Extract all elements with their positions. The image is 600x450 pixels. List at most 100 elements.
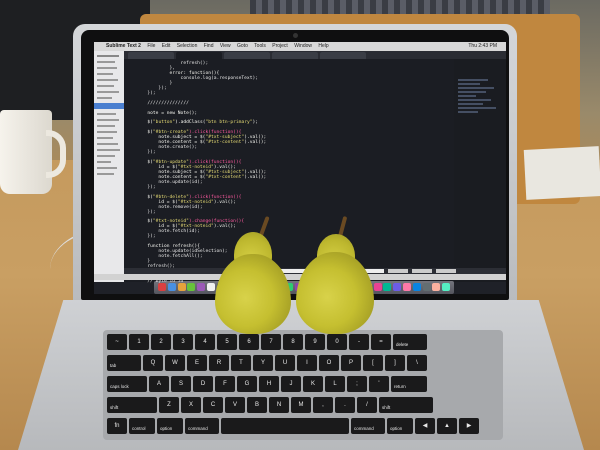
key--[interactable]: ] [385,355,405,371]
key-command[interactable]: command [351,418,385,434]
menu-edit[interactable]: Edit [162,43,171,49]
sidebar-item[interactable] [97,113,116,115]
dock-app-icon[interactable] [158,283,166,291]
sidebar-item[interactable] [97,161,111,163]
key-8[interactable]: 8 [283,334,303,350]
sidebar-item[interactable] [97,91,119,93]
key-y[interactable]: Y [253,355,273,371]
sidebar-item[interactable] [97,173,114,175]
key-fn[interactable]: fn [107,418,127,434]
dock-app-icon[interactable] [177,283,186,291]
code-minimap[interactable] [454,59,506,282]
key-s[interactable]: S [171,376,191,392]
key-h[interactable]: H [259,376,279,392]
menu-file[interactable]: File [147,43,155,49]
key--[interactable]: ▲ [437,418,457,434]
sidebar-item[interactable] [97,79,118,81]
key--[interactable]: ◀ [415,418,435,434]
key-delete[interactable]: delete [393,334,427,350]
dock-app-icon[interactable] [197,283,206,291]
sidebar-item[interactable] [97,143,118,145]
menu-app-name[interactable]: Sublime Text 2 [106,43,141,49]
dock-app-icon[interactable] [403,283,411,291]
menu-selection[interactable]: Selection [177,43,198,49]
key--[interactable]: [ [363,355,383,371]
sidebar-item[interactable] [97,55,119,57]
key--[interactable]: \ [407,355,427,371]
key-e[interactable]: E [187,355,207,371]
key-k[interactable]: K [303,376,323,392]
key-3[interactable]: 3 [173,334,193,350]
key-command[interactable]: command [185,418,219,434]
dock-app-icon[interactable] [432,283,441,291]
editor-tab[interactable] [128,52,174,59]
menu-help[interactable]: Help [318,43,328,49]
key--[interactable]: = [371,334,391,350]
key-q[interactable]: Q [143,355,163,371]
key-return[interactable]: return [391,376,427,392]
dock-app-icon[interactable] [187,283,196,291]
key--[interactable]: - [349,334,369,350]
menu-goto[interactable]: Goto [237,43,248,49]
key-option[interactable]: option [157,418,183,434]
key-l[interactable]: L [325,376,345,392]
key--[interactable]: . [335,397,355,413]
key-4[interactable]: 4 [195,334,215,350]
sidebar-item[interactable] [97,149,120,151]
key-a[interactable]: A [149,376,169,392]
sidebar-item[interactable] [97,125,115,127]
key-control[interactable]: control [129,418,155,434]
sidebar-item[interactable] [97,119,119,121]
sidebar-item[interactable] [97,85,114,87]
key--[interactable]: ' [369,376,389,392]
find-all-button[interactable] [436,269,456,273]
editor-tab[interactable] [272,52,318,59]
key-n[interactable]: N [269,397,289,413]
key-0[interactable]: 0 [327,334,347,350]
key-6[interactable]: 6 [239,334,259,350]
key-shift[interactable]: shift [379,397,433,413]
key-option[interactable]: option [387,418,413,434]
key-v[interactable]: V [225,397,245,413]
key-c[interactable]: C [203,397,223,413]
sidebar-item[interactable] [97,73,113,75]
key-j[interactable]: J [281,376,301,392]
menu-find[interactable]: Find [204,43,214,49]
dock-app-icon[interactable] [167,283,176,291]
key-space[interactable] [221,418,349,434]
key-f[interactable]: F [215,376,235,392]
dock-app-icon[interactable] [383,283,392,291]
key-i[interactable]: I [297,355,317,371]
find-button[interactable] [388,269,408,273]
key--[interactable]: ~ [107,334,127,350]
key-w[interactable]: W [165,355,185,371]
key-o[interactable]: O [319,355,339,371]
key-u[interactable]: U [275,355,295,371]
key-m[interactable]: M [291,397,311,413]
sidebar-item[interactable] [97,61,115,63]
find-prev-button[interactable] [412,269,432,273]
dock-app-icon[interactable] [393,283,402,291]
key-tab[interactable]: tab [107,355,141,371]
key-7[interactable]: 7 [261,334,281,350]
dock-app-icon[interactable] [412,283,421,291]
sidebar-item[interactable] [97,167,117,169]
key-5[interactable]: 5 [217,334,237,350]
editor-tab-active[interactable] [176,52,222,59]
key-2[interactable]: 2 [151,334,171,350]
key-9[interactable]: 9 [305,334,325,350]
sidebar-item[interactable] [97,67,117,69]
key-g[interactable]: G [237,376,257,392]
key-b[interactable]: B [247,397,267,413]
editor-tab[interactable] [224,52,270,59]
sidebar-item[interactable] [97,155,115,157]
key--[interactable]: ; [347,376,367,392]
menu-view[interactable]: View [220,43,231,49]
menu-project[interactable]: Project [272,43,288,49]
key-caps-lock[interactable]: caps lock [107,376,147,392]
key-p[interactable]: P [341,355,361,371]
sidebar-item[interactable] [97,97,112,99]
dock-app-icon[interactable] [422,283,431,291]
editor-tab[interactable] [320,52,366,59]
sidebar-item-selected[interactable] [94,103,124,109]
